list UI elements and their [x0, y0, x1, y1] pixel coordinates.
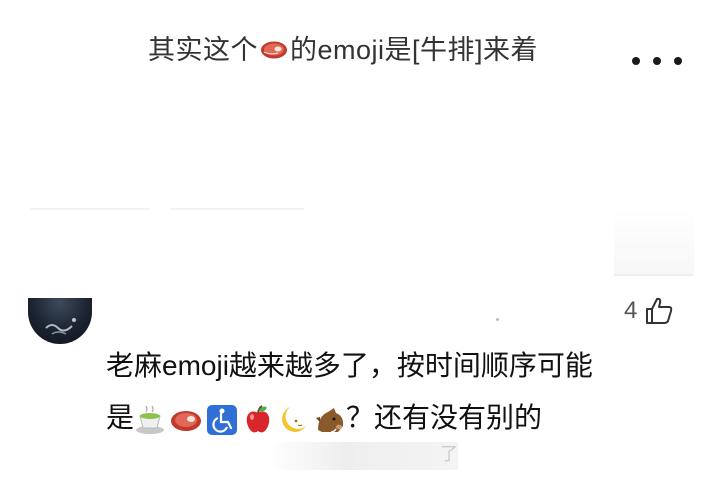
like-button[interactable]: 4 [624, 294, 675, 328]
more-options-button[interactable] [632, 50, 682, 72]
divider [170, 208, 304, 210]
crescent-moon-icon [282, 406, 307, 432]
side-panel-shadow [614, 208, 694, 276]
comment-line-2: 是 ？还有没有别的 [106, 392, 686, 444]
avatar[interactable] [28, 298, 92, 344]
steak-icon [171, 410, 202, 431]
like-count: 4 [624, 297, 638, 324]
wheelchair-icon [207, 404, 238, 435]
comment-line-1: 老麻emoji越来越多了，按时间顺序可能 [106, 350, 593, 381]
faded-footer-text: 了 [268, 442, 458, 470]
thumbs-up-icon [646, 297, 673, 324]
post-title: 其实这个 的emoji是[牛排]来着 [148, 35, 539, 65]
steak-icon [261, 41, 287, 59]
divider [30, 208, 150, 210]
more-dot-icon [653, 57, 661, 65]
more-dot-icon [674, 57, 682, 65]
boar-icon [316, 407, 344, 433]
avatar-image [45, 318, 76, 335]
tea-icon [136, 405, 165, 434]
more-dot-icon [632, 57, 640, 65]
apple-icon [246, 404, 270, 433]
comment-body: 老麻emoji越来越多了，按时间顺序可能 是 ？还有没有别的 [106, 340, 686, 444]
emoji-sequence [134, 404, 346, 436]
post-header: 其实这个 的emoji是[牛排]来着 [0, 0, 720, 100]
